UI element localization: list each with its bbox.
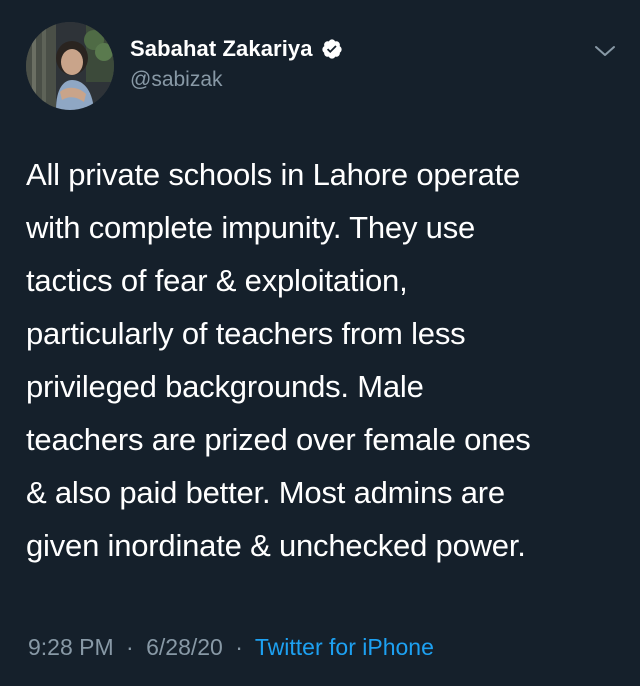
- tweet-text-line: & also paid better. Most admins are: [26, 475, 505, 510]
- tweet-text-line: All private schools in Lahore operate: [26, 157, 521, 192]
- tweet-card: Sabahat Zakariya @sabizak All private sc…: [0, 0, 640, 686]
- author-display-name[interactable]: Sabahat Zakariya: [130, 36, 313, 62]
- chevron-down-icon[interactable]: [592, 42, 618, 60]
- verified-badge-icon: [321, 38, 343, 60]
- tweet-metadata: 9:28 PM · 6/28/20 · Twitter for iPhone: [28, 634, 434, 661]
- tweet-text-line: with complete impunity. They use: [26, 210, 476, 245]
- tweet-source-link[interactable]: Twitter for iPhone: [255, 634, 434, 660]
- author-name-row[interactable]: Sabahat Zakariya: [130, 34, 343, 64]
- author-handle[interactable]: @sabizak: [130, 68, 223, 92]
- avatar[interactable]: [26, 22, 114, 110]
- tweet-text-line: privileged backgrounds. Male: [26, 369, 424, 404]
- meta-separator: ·: [235, 634, 243, 660]
- tweet-date[interactable]: 6/28/20: [146, 634, 223, 660]
- tweet-text-line: given inordinate & unchecked power.: [26, 528, 526, 563]
- tweet-text-line: teachers are prized over female ones: [26, 422, 531, 457]
- tweet-text-line: particularly of teachers from less: [26, 316, 466, 351]
- tweet-time[interactable]: 9:28 PM: [28, 634, 114, 660]
- meta-separator: ·: [126, 634, 134, 660]
- tweet-text-line: tactics of fear & exploitation,: [26, 263, 408, 298]
- profile-photo-icon: [26, 22, 114, 110]
- tweet-text: All private schools in Lahore operate wi…: [26, 148, 626, 572]
